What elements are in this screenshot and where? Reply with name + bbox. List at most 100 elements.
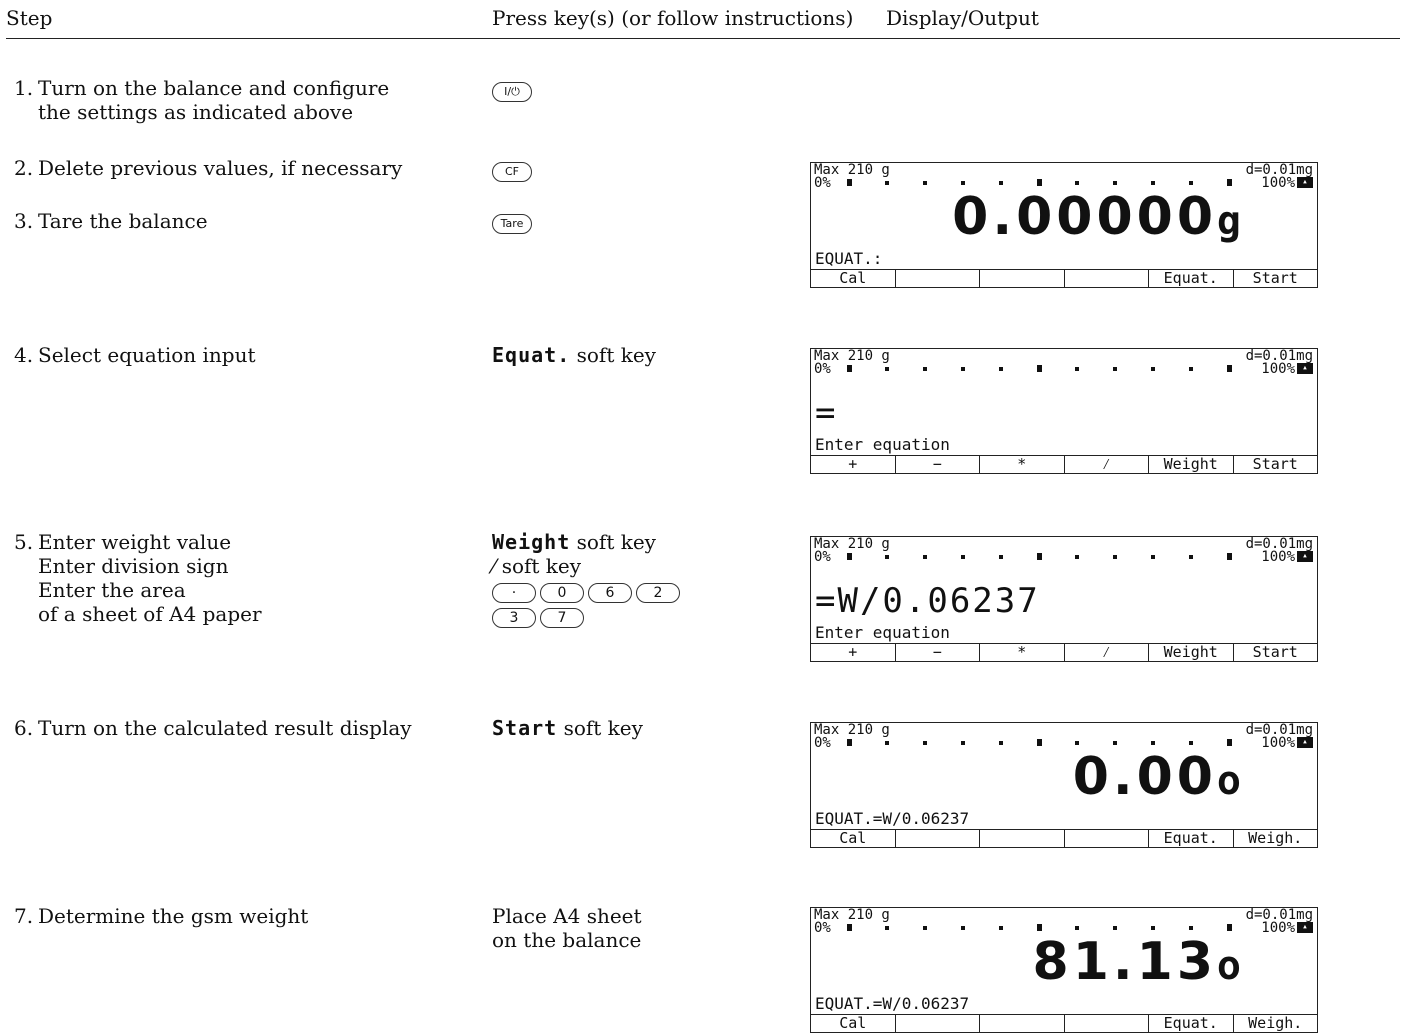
keys-step-4: Equat. soft key (492, 343, 656, 367)
softkey-text: soft key (563, 716, 643, 740)
softkey-label[interactable]: ⁄ (1065, 644, 1149, 661)
power-key-icon[interactable]: I/⏻ (492, 81, 532, 102)
header-rule (6, 38, 1400, 39)
digit-7-key-icon[interactable]: 7 (540, 607, 584, 628)
balance-display: Max 210 g 0% d=0.01mg 100% ▴ 81.13 o EQU… (810, 907, 1318, 1033)
softkey-label[interactable]: Weigh. (1234, 1015, 1318, 1032)
scale-mark (1151, 555, 1155, 559)
instruction-text: on the balance (492, 928, 642, 952)
tare-key-icon[interactable]: Tare (492, 213, 532, 234)
weight-value: 81.13 (1032, 932, 1217, 992)
softkey-label[interactable] (1065, 1015, 1149, 1032)
scale-mark (1151, 926, 1155, 930)
softkey-label[interactable] (980, 830, 1065, 847)
scale-mark (923, 926, 927, 930)
step-number: 5. (14, 530, 34, 554)
softkey-label[interactable]: − (896, 644, 980, 661)
digit-0-key-icon[interactable]: 0 (540, 582, 584, 603)
digit-3-key-icon[interactable]: 3 (492, 607, 536, 628)
capacity-bargraph (847, 553, 1267, 561)
stability-flag-icon: ▴ (1297, 177, 1313, 188)
balance-display: Max 210 g 0% d=0.01mg 100% ▴ 0.00 o EQUA… (810, 722, 1318, 848)
softkey-label[interactable]: Start (1234, 270, 1318, 287)
softkey-label[interactable] (896, 1015, 980, 1032)
weight-value: 0.00000 (952, 187, 1217, 247)
scale-mark (1227, 739, 1232, 746)
instruction-text: Place A4 sheet (492, 904, 642, 928)
scale-mark (961, 555, 965, 559)
softkey-row: + − * ⁄ Weight Start (811, 455, 1317, 473)
scale-mark (1151, 741, 1155, 745)
balance-display: Max 210 g 0% d=0.01mg 100% ▴ =W/0.06237 … (810, 536, 1318, 662)
softkey-label[interactable] (896, 270, 980, 287)
scale-mark (1075, 741, 1079, 745)
scale-mark (961, 741, 965, 745)
keys-step-2: CF (492, 158, 536, 182)
softkey-label[interactable]: Cal (811, 270, 896, 287)
softkey-label[interactable]: Cal (811, 830, 896, 847)
scale-mark (847, 553, 852, 560)
softkey-label[interactable]: ⁄ (1065, 456, 1149, 473)
keys-step-1: I/⏻ (492, 78, 536, 102)
step-text: the settings as indicated above (38, 100, 354, 124)
softkey-label[interactable]: Start (1234, 456, 1318, 473)
softkey-label[interactable]: Weight (1149, 644, 1234, 661)
scale-mark (885, 926, 889, 930)
scale-mark (1189, 555, 1193, 559)
step-text: Turn on the calculated result display (38, 716, 412, 740)
softkey-label[interactable]: Equat. (1149, 270, 1234, 287)
softkey-label[interactable] (980, 1015, 1065, 1032)
softkey-label[interactable]: Equat. (1149, 1015, 1234, 1032)
step-text: Enter the area (38, 578, 186, 602)
keys-step-6: Start soft key (492, 716, 643, 740)
step-text: of a sheet of A4 paper (38, 602, 262, 626)
softkey-text: soft key (501, 554, 582, 578)
softkey-label[interactable]: Weigh. (1234, 830, 1318, 847)
scale-mark (885, 741, 889, 745)
scale-mark (961, 367, 965, 371)
softkey-label[interactable]: Start (1234, 644, 1318, 661)
step-text: Turn on the balance and configure (38, 76, 390, 100)
softkey-label[interactable]: * (980, 456, 1065, 473)
decimal-key-icon[interactable]: · (492, 582, 536, 603)
softkey-label[interactable]: − (896, 456, 980, 473)
softkey-label[interactable]: + (811, 456, 896, 473)
stability-flag-icon: ▴ (1297, 363, 1313, 374)
softkey-label[interactable] (980, 270, 1065, 287)
digit-2-key-icon[interactable]: 2 (636, 582, 680, 603)
scale-mark (1189, 926, 1193, 930)
step-number: 3. (14, 209, 34, 233)
step-number: 1. (14, 76, 34, 100)
scale-mark (847, 179, 852, 186)
header-display: Display/Output (886, 6, 1039, 30)
scale-mark (1189, 367, 1193, 371)
capacity-bargraph (847, 739, 1267, 747)
scale-mark (1227, 365, 1232, 372)
keys-step-7: Place A4 sheet on the balance (492, 904, 642, 952)
scale-mark (1075, 555, 1079, 559)
softkey-label[interactable]: + (811, 644, 896, 661)
softkey-label[interactable]: * (980, 644, 1065, 661)
scale-mark (999, 926, 1003, 930)
scale-mark (1037, 739, 1042, 746)
step-4: 4. Select equation input (14, 343, 256, 367)
softkey-label[interactable] (1065, 830, 1149, 847)
scale-mark (961, 926, 965, 930)
step-7: 7. Determine the gsm weight (14, 904, 308, 928)
softkey-label[interactable] (1065, 270, 1149, 287)
capacity-bargraph (847, 924, 1267, 932)
softkey-label[interactable]: Weight (1149, 456, 1234, 473)
status-line: EQUAT.=W/0.06237 (815, 809, 970, 828)
digit-6-key-icon[interactable]: 6 (588, 582, 632, 603)
scale-mark (1151, 367, 1155, 371)
step-number: 6. (14, 716, 34, 740)
scale-mark (847, 365, 852, 372)
step-text: Select equation input (38, 343, 256, 367)
softkey-label[interactable]: Cal (811, 1015, 896, 1032)
softkey-label[interactable]: Equat. (1149, 830, 1234, 847)
scale-mark (1037, 365, 1042, 372)
softkey-label[interactable] (896, 830, 980, 847)
cf-key-icon[interactable]: CF (492, 161, 532, 182)
status-line: Enter equation (815, 623, 950, 642)
scale-mark (885, 555, 889, 559)
